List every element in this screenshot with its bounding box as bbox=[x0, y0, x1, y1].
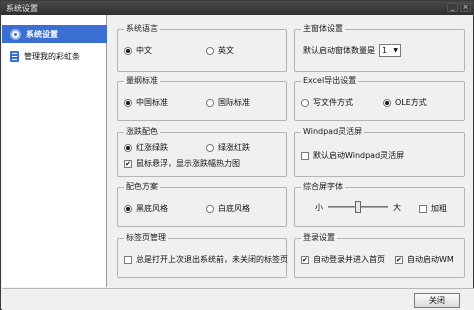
group-tabs: 标签页管理 总是打开上次退出系统前，未关闭的标签页 bbox=[117, 233, 288, 278]
radio-circle[interactable] bbox=[383, 98, 391, 107]
group-title: Excel导出设置 bbox=[301, 76, 359, 86]
radio-circle[interactable] bbox=[206, 143, 214, 152]
checkbox-label: 自动登录并进入首页 bbox=[313, 255, 385, 264]
close-button[interactable]: 关闭 bbox=[414, 293, 460, 308]
radio-china-standard[interactable]: 中国标准 bbox=[124, 97, 168, 108]
window-count-select[interactable]: 1 ▼ bbox=[379, 44, 401, 57]
select-value: 1 bbox=[382, 46, 388, 55]
sidebar: 系统设置 管理我的彩虹条 bbox=[2, 15, 107, 287]
checkbox-restore-tabs[interactable]: 总是打开上次退出系统前，未关闭的标签页 bbox=[124, 254, 288, 265]
checkbox-bold[interactable]: 加粗 bbox=[419, 203, 447, 214]
group-title: 综合屏字体 bbox=[301, 182, 345, 192]
group-login: 登录设置 自动登录并进入首页 自动启动WM bbox=[294, 233, 465, 278]
radio-circle[interactable] bbox=[124, 204, 132, 213]
group-title: 标签页管理 bbox=[124, 233, 168, 243]
font-small-label: 小 bbox=[315, 202, 323, 212]
radio-red-up[interactable]: 红涨绿跌 bbox=[124, 142, 168, 153]
group-windpad: Windpad灵活屏 默认启动Windpad灵活屏 bbox=[294, 127, 465, 177]
radio-circle[interactable] bbox=[124, 98, 132, 107]
radio-green-up[interactable]: 绿涨红跌 bbox=[206, 142, 250, 153]
radio-label: 中国标准 bbox=[136, 98, 168, 107]
checkbox-heatmap[interactable]: 鼠标悬浮，显示涨跌幅热力图 bbox=[124, 158, 240, 169]
footer-bar: 关闭 bbox=[2, 288, 474, 310]
settings-window: 系统设置 _ × 系统设置 管理我的彩虹条 系统语言 中文 英文 主窗体设置 默… bbox=[0, 0, 474, 310]
radio-circle[interactable] bbox=[301, 98, 309, 107]
group-palette: 配色方案 黑底风格 白底风格 bbox=[117, 182, 287, 227]
settings-icon bbox=[10, 28, 21, 40]
checkbox-box[interactable] bbox=[301, 151, 309, 160]
checkbox-box[interactable] bbox=[124, 255, 132, 264]
radio-circle[interactable] bbox=[124, 143, 132, 152]
radio-label: 白底风格 bbox=[218, 204, 250, 213]
radio-label: 红涨绿跌 bbox=[136, 143, 168, 152]
radio-label: 英文 bbox=[218, 46, 234, 55]
radio-label: OLE方式 bbox=[395, 98, 427, 107]
radio-light-theme[interactable]: 白底风格 bbox=[206, 203, 250, 214]
minimize-button[interactable]: _ bbox=[447, 3, 458, 12]
chevron-down-icon: ▼ bbox=[393, 47, 398, 54]
checkbox-windpad[interactable]: 默认启动Windpad灵活屏 bbox=[301, 150, 404, 161]
checkbox-label: 自动启动WM bbox=[407, 255, 454, 264]
group-title: 量纲标准 bbox=[124, 76, 160, 86]
sidebar-item-label: 系统设置 bbox=[26, 29, 58, 39]
font-large-label: 大 bbox=[393, 202, 401, 212]
checkbox-label: 总是打开上次退出系统前，未关闭的标签页 bbox=[136, 255, 288, 264]
radio-label: 写文件方式 bbox=[313, 98, 353, 107]
main-window-count-row: 默认启动窗体数量是 1 ▼ bbox=[303, 44, 401, 57]
sidebar-item-label: 管理我的彩虹条 bbox=[24, 51, 80, 61]
group-main-window: 主窗体设置 默认启动窗体数量是 1 ▼ bbox=[294, 24, 465, 72]
slider-thumb[interactable] bbox=[355, 201, 361, 213]
checkbox-box[interactable] bbox=[124, 159, 132, 168]
window-title: 系统设置 bbox=[6, 4, 38, 13]
group-title: 系统语言 bbox=[124, 24, 160, 34]
sidebar-item-rainbow-bar[interactable]: 管理我的彩虹条 bbox=[2, 47, 107, 65]
radio-write-file[interactable]: 写文件方式 bbox=[301, 97, 353, 108]
radio-circle[interactable] bbox=[206, 98, 214, 107]
group-title: 配色方案 bbox=[124, 182, 160, 192]
radio-chinese[interactable]: 中文 bbox=[124, 45, 152, 56]
radio-label: 黑底风格 bbox=[136, 204, 168, 213]
checkbox-label: 默认启动Windpad灵活屏 bbox=[313, 151, 405, 160]
group-color-scheme: 涨跌配色 红涨绿跌 绿涨红跌 鼠标悬浮，显示涨跌幅热力图 bbox=[117, 127, 287, 177]
radio-label: 绿涨红跌 bbox=[218, 143, 250, 152]
close-window-button[interactable]: × bbox=[460, 3, 471, 12]
radio-label: 国际标准 bbox=[218, 98, 250, 107]
radio-english[interactable]: 英文 bbox=[206, 45, 234, 56]
font-size-control: 小 大 bbox=[315, 201, 401, 213]
group-quote-standard: 量纲标准 中国标准 国际标准 bbox=[117, 76, 287, 121]
radio-ole[interactable]: OLE方式 bbox=[383, 97, 427, 108]
group-language: 系统语言 中文 英文 bbox=[117, 24, 287, 72]
main-window-count-label: 默认启动窗体数量是 bbox=[303, 46, 375, 55]
group-title: Windpad灵活屏 bbox=[301, 127, 365, 137]
list-icon bbox=[10, 50, 19, 62]
group-title: 登录设置 bbox=[301, 233, 337, 243]
checkbox-box[interactable] bbox=[395, 255, 403, 264]
group-font: 综合屏字体 小 大 加粗 bbox=[294, 182, 465, 227]
group-title: 主窗体设置 bbox=[301, 24, 345, 34]
checkbox-label: 鼠标悬浮，显示涨跌幅热力图 bbox=[136, 159, 240, 168]
font-size-slider[interactable] bbox=[328, 201, 388, 213]
checkbox-box[interactable] bbox=[301, 255, 309, 264]
radio-circle[interactable] bbox=[206, 204, 214, 213]
radio-dark-theme[interactable]: 黑底风格 bbox=[124, 203, 168, 214]
checkbox-auto-login[interactable]: 自动登录并进入首页 bbox=[301, 254, 385, 265]
settings-content: 系统语言 中文 英文 主窗体设置 默认启动窗体数量是 1 ▼ 量纲标准 中国标准… bbox=[109, 15, 473, 287]
radio-circle[interactable] bbox=[206, 46, 214, 55]
radio-circle[interactable] bbox=[124, 46, 132, 55]
sidebar-item-system-settings[interactable]: 系统设置 bbox=[2, 25, 107, 43]
checkbox-auto-wm[interactable]: 自动启动WM bbox=[395, 254, 454, 265]
group-excel-export: Excel导出设置 写文件方式 OLE方式 bbox=[294, 76, 465, 121]
group-title: 涨跌配色 bbox=[124, 127, 160, 137]
radio-label: 中文 bbox=[136, 46, 152, 55]
checkbox-box[interactable] bbox=[419, 204, 427, 213]
title-bar[interactable]: 系统设置 _ × bbox=[1, 1, 473, 15]
window-controls: _ × bbox=[447, 3, 471, 12]
checkbox-label: 加粗 bbox=[431, 204, 447, 213]
radio-intl-standard[interactable]: 国际标准 bbox=[206, 97, 250, 108]
